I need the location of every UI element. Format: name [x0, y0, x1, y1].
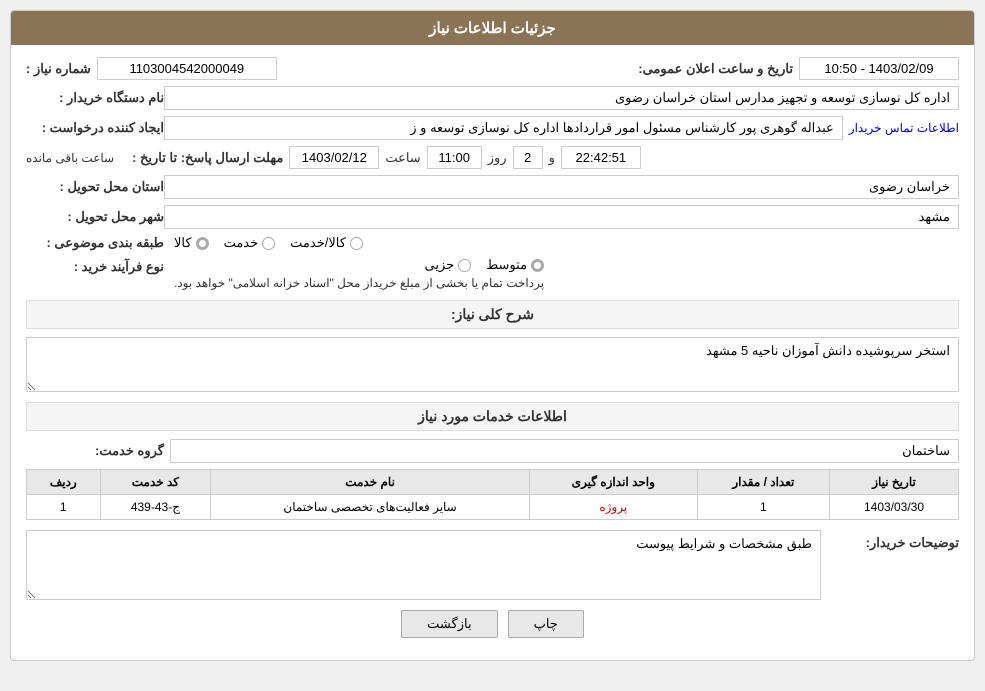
tabaqe-khadamat[interactable]: خدمت — [224, 235, 276, 251]
shahr-label: شهر محل تحویل : — [34, 209, 164, 225]
ijad-konande-link[interactable]: اطلاعات تماس خریدار — [849, 121, 959, 135]
noe-jozi-radio[interactable] — [458, 259, 471, 272]
baqi-mande-label: ساعت باقی مانده — [26, 151, 114, 165]
toz-kharidaar-row: توضیحات خریدار: — [26, 530, 959, 600]
col-kod: کد خدمت — [100, 470, 211, 495]
tabaqe-kala-radio[interactable] — [196, 237, 209, 250]
tabaqe-kala-khadamat[interactable]: کالا/خدمت — [290, 235, 363, 251]
nam-dastgah-value: اداره کل نوسازی توسعه و تجهیز مدارس استا… — [164, 86, 959, 110]
col-name: نام خدمت — [211, 470, 530, 495]
ostan-value: خراسان رضوی — [164, 175, 959, 199]
chap-button[interactable]: چاپ — [508, 610, 584, 638]
toz-kharidaar-textarea[interactable] — [26, 530, 821, 600]
col-tedad: تعداد / مقدار — [697, 470, 829, 495]
ijad-konande-label: ایجاد کننده درخواست : — [34, 120, 164, 136]
rooz-unit: روز — [488, 150, 507, 166]
saat-value: 11:00 — [427, 146, 482, 169]
nam-dastgah-row: اداره کل نوسازی توسعه و تجهیز مدارس استا… — [26, 86, 959, 110]
tarikh-elan-value: 1403/02/09 - 10:50 — [799, 57, 959, 80]
shomara-niaz-group: 1103004542000049 شماره نیاز : — [26, 57, 277, 80]
col-vahed: واحد اندازه گیری — [529, 470, 697, 495]
table-row: 1403/03/30 1 پروژه سایر فعالیت‌های تخصصی… — [27, 495, 959, 520]
tabaqe-kala-khadamat-label: کالا/خدمت — [290, 235, 346, 251]
tarikh-elan-group: 1403/02/09 - 10:50 تاریخ و ساعت اعلان عم… — [638, 57, 959, 80]
top-info-row: 1403/02/09 - 10:50 تاریخ و ساعت اعلان عم… — [26, 57, 959, 80]
noe-motaset-radio[interactable] — [531, 259, 544, 272]
col-tarikh-niaz: تاریخ نیاز — [830, 470, 959, 495]
bazgasht-button[interactable]: بازگشت — [401, 610, 497, 638]
noe-desc: پرداخت تمام یا بخشی از مبلغ خریداز محل "… — [174, 276, 544, 290]
cell-kod: ج-43-439 — [100, 495, 211, 520]
services-tbody: 1403/03/30 1 پروژه سایر فعالیت‌های تخصصی… — [27, 495, 959, 520]
shahr-value: مشهد — [164, 205, 959, 229]
shomara-niaz-value: 1103004542000049 — [97, 57, 277, 80]
cell-tarikh: 1403/03/30 — [830, 495, 959, 520]
tabaqe-row: کالا/خدمت خدمت کالا طبقه بندی موضوعی : — [26, 235, 959, 251]
rooz-value: 2 — [513, 146, 543, 169]
tabaqe-kala-label: کالا — [174, 235, 192, 251]
noe-motaset[interactable]: متوسط — [486, 257, 544, 273]
tabaqe-radio-group: کالا/خدمت خدمت کالا — [174, 235, 363, 251]
noe-jozi[interactable]: جزیی — [425, 257, 472, 273]
card-body: 1403/02/09 - 10:50 تاریخ و ساعت اعلان عم… — [11, 45, 974, 660]
ijad-konande-row: اطلاعات تماس خریدار عبداله گوهری پور کار… — [26, 116, 959, 140]
grohe-khadamat-label: گروه خدمت: — [34, 443, 164, 459]
sharh-koli-row — [26, 337, 959, 392]
tarikh-niaz-value: 1403/02/12 — [289, 146, 379, 169]
col-radif: ردیف — [27, 470, 101, 495]
ostan-label: استان محل تحویل : — [34, 179, 164, 195]
grohe-khadamat-row: ساختمان گروه خدمت: — [26, 439, 959, 463]
cell-tedad: 1 — [697, 495, 829, 520]
noe-motaset-label: متوسط — [486, 257, 527, 273]
page-wrapper: جزئیات اطلاعات نیاز 1403/02/09 - 10:50 ت… — [0, 0, 985, 691]
tabaqe-kala-khadamat-radio[interactable] — [350, 237, 363, 250]
sharh-koli-textarea[interactable] — [26, 337, 959, 392]
countdown-value: 22:42:51 — [561, 146, 641, 169]
khadamat-header-label: اطلاعات خدمات مورد نیاز — [418, 408, 567, 424]
countdown-unit: و — [549, 150, 555, 166]
cell-vahed[interactable]: پروژه — [529, 495, 697, 520]
tabaqe-label: طبقه بندی موضوعی : — [34, 235, 164, 251]
services-section: تاریخ نیاز تعداد / مقدار واحد اندازه گیر… — [26, 469, 959, 520]
shomara-niaz-label: شماره نیاز : — [26, 61, 91, 77]
noe-darkhast-label: نوع فرآیند خرید : — [34, 257, 164, 275]
cell-radif: 1 — [27, 495, 101, 520]
tarikh-elan-label: تاریخ و ساعت اعلان عمومی: — [638, 61, 793, 77]
noe-darkhast-row: متوسط جزیی پرداخت تمام یا بخشی از مبلغ خ… — [26, 257, 959, 290]
tabaqe-khadamat-radio[interactable] — [262, 237, 275, 250]
table-header-row: تاریخ نیاز تعداد / مقدار واحد اندازه گیر… — [27, 470, 959, 495]
services-table: تاریخ نیاز تعداد / مقدار واحد اندازه گیر… — [26, 469, 959, 520]
mohlat-label: مهلت ارسال پاسخ: تا تاریخ : — [132, 150, 283, 166]
grohe-khadamat-value: ساختمان — [170, 439, 959, 463]
sharh-koli-header: شرح کلی نیاز: — [26, 300, 959, 329]
ostan-row: خراسان رضوی استان محل تحویل : — [26, 175, 959, 199]
tabaqe-khadamat-label: خدمت — [224, 235, 259, 251]
toz-kharidaar-label: توضیحات خریدار: — [829, 530, 959, 551]
tabaqe-kala[interactable]: کالا — [174, 235, 209, 251]
khadamat-section-header: اطلاعات خدمات مورد نیاز — [26, 402, 959, 431]
purchase-top: متوسط جزیی — [174, 257, 544, 273]
cell-name: سایر فعالیت‌های تخصصی ساختمان — [211, 495, 530, 520]
card-header: جزئیات اطلاعات نیاز — [11, 11, 974, 45]
saat-unit: ساعت — [385, 150, 420, 166]
nam-dastgah-label: نام دستگاه خریدار : — [34, 90, 164, 106]
btn-row: چاپ بازگشت — [26, 610, 959, 648]
noe-jozi-label: جزیی — [425, 257, 455, 273]
ijad-konande-value: عبداله گوهری پور کارشناس مسئول امور قرار… — [164, 116, 843, 140]
purchase-options: متوسط جزیی پرداخت تمام یا بخشی از مبلغ خ… — [174, 257, 544, 290]
shahr-row: مشهد شهر محل تحویل : — [26, 205, 959, 229]
mohlat-row: 22:42:51 و 2 روز 11:00 ساعت 1403/02/12 م… — [26, 146, 959, 169]
main-card: جزئیات اطلاعات نیاز 1403/02/09 - 10:50 ت… — [10, 10, 975, 661]
sharh-koli-label: شرح کلی نیاز: — [451, 306, 534, 322]
page-title: جزئیات اطلاعات نیاز — [429, 20, 556, 37]
